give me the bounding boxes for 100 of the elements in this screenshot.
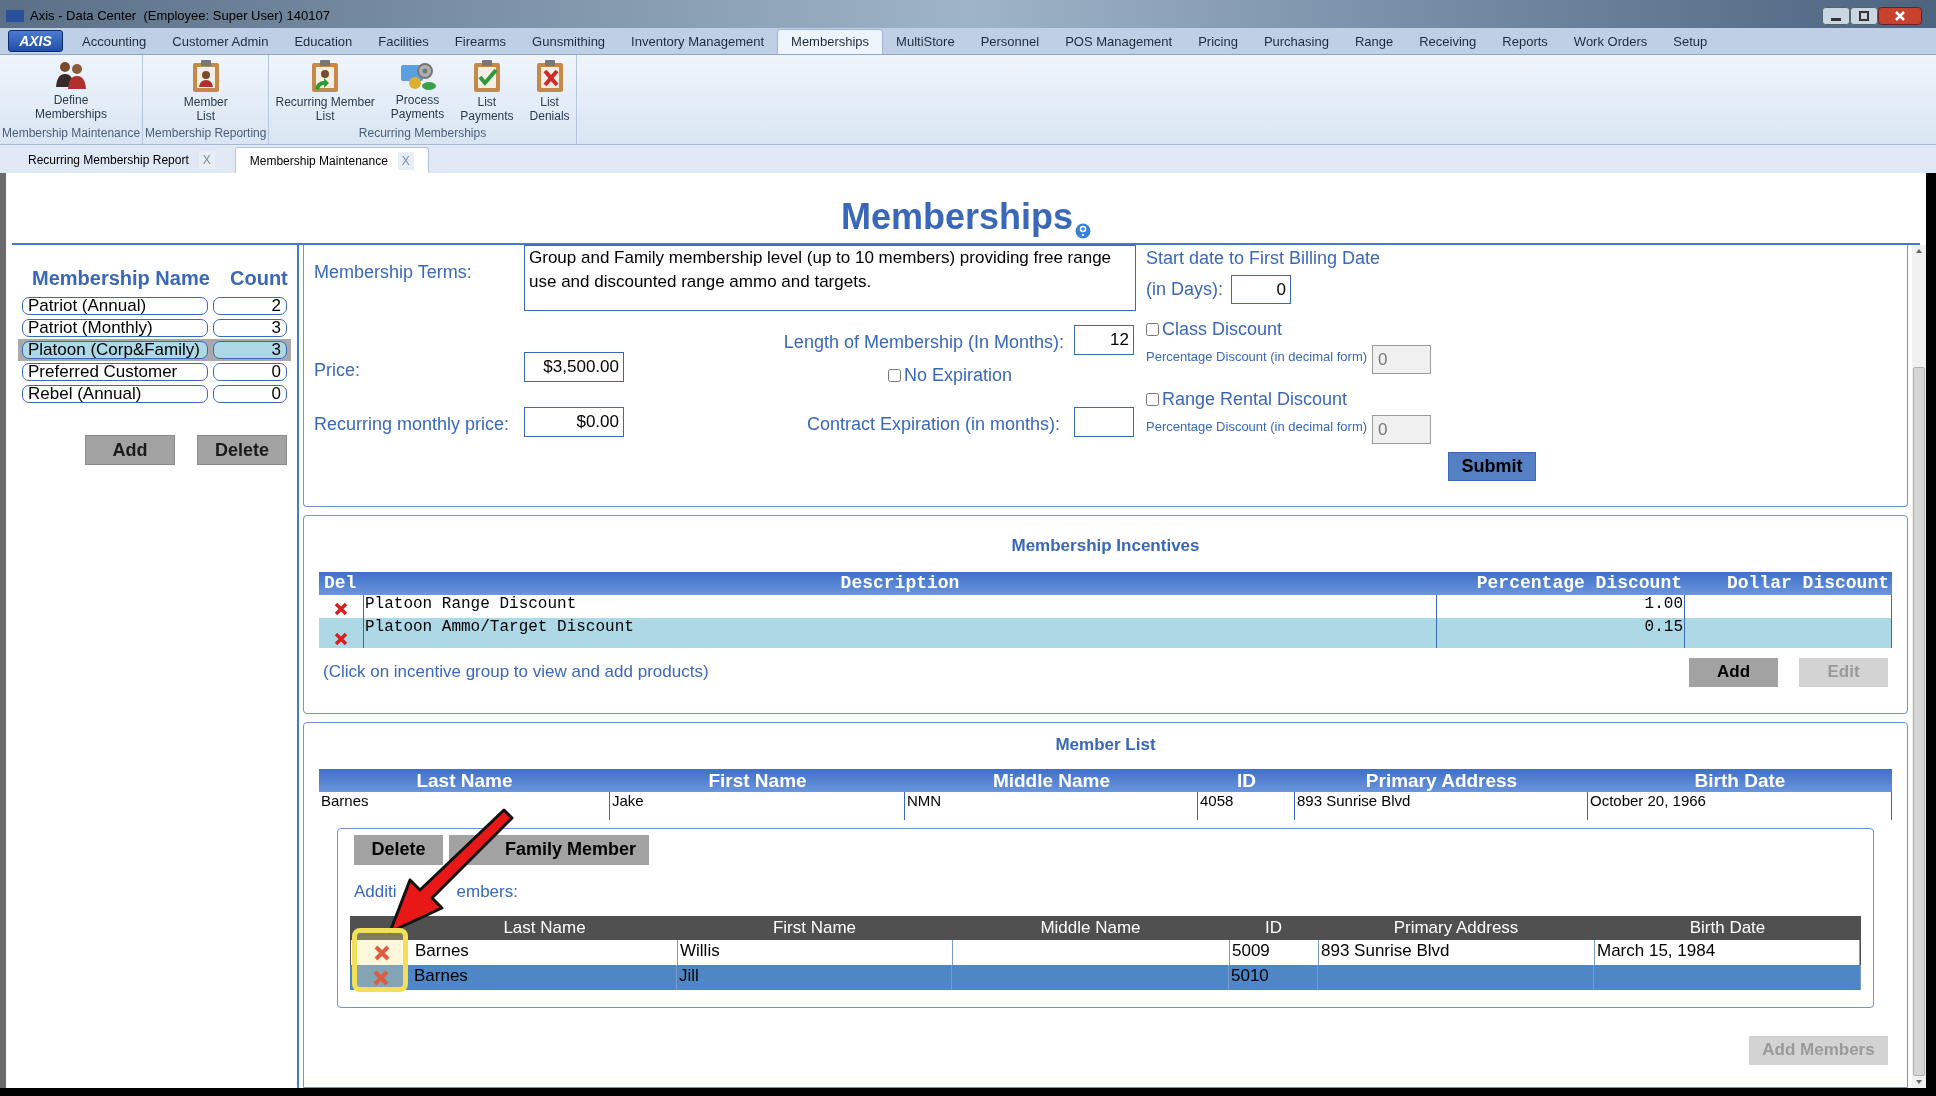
column-header: Middle Name	[1039, 917, 1142, 939]
price-field[interactable]: $3,500.00	[524, 352, 624, 382]
scroll-thumb[interactable]	[1913, 367, 1925, 1076]
menu-tab[interactable]: Range	[1341, 29, 1407, 54]
menu-tab[interactable]: Firearms	[441, 29, 520, 54]
days-field[interactable]: 0	[1231, 275, 1291, 304]
column-header: Description	[839, 571, 961, 595]
people-icon	[54, 59, 89, 91]
contract-field[interactable]	[1074, 407, 1134, 437]
clipboard-check-icon	[471, 59, 502, 93]
table-cell: 893 Sunrise Blvd	[1295, 791, 1588, 820]
length-field[interactable]: 12	[1074, 325, 1134, 355]
menu-tab[interactable]: Pricing	[1185, 29, 1251, 54]
price-field[interactable]: $0.00	[524, 407, 624, 437]
menu-tab[interactable]: Facilities	[365, 29, 442, 54]
membership-count: 3	[212, 341, 287, 359]
ribbon-button[interactable]: List Denials	[525, 59, 574, 124]
checkbox-label: Class Discount	[1162, 318, 1283, 341]
member-row[interactable]: Barnes Jake NMN 4058 893 Sunrise Blvd October 20, 1966	[319, 791, 1892, 820]
scrollbar[interactable]	[1912, 245, 1926, 1088]
terms-field[interactable]: Group and Family membership level (up to 10 members) providing free range use and discounted range ammo and targets.	[524, 245, 1136, 311]
menu-tab[interactable]: Purchasing	[1250, 29, 1342, 54]
restore-icon[interactable]	[1850, 7, 1878, 25]
table-cell: 1.00	[1437, 594, 1685, 618]
help-icon[interactable]	[1075, 223, 1092, 239]
checkbox-label: No Expiration	[903, 364, 1012, 387]
menu-tab[interactable]: Education	[281, 29, 366, 54]
membership-count: 2	[212, 297, 287, 315]
membership-row[interactable]: Patriot (Annual) 2	[18, 295, 291, 317]
window-title: Axis - Data Center (Employee: Super User) 140107	[30, 7, 330, 26]
menu-tab[interactable]: Memberships	[777, 29, 884, 54]
document-tab[interactable]: Recurring Membership Report X	[14, 147, 229, 173]
close-icon[interactable]	[1878, 7, 1922, 25]
ribbon-group-label: Membership Reporting	[145, 125, 267, 142]
incentive-button[interactable]: Add	[1689, 657, 1778, 687]
column-header: Last Name	[415, 768, 514, 792]
minimize-icon[interactable]	[1822, 7, 1850, 25]
menu-tab[interactable]: Reports	[1489, 29, 1561, 54]
column-header: First Name	[707, 768, 808, 792]
menu-tab[interactable]: Receiving	[1406, 29, 1490, 54]
ribbon-button[interactable]: Recurring Member List	[271, 59, 379, 124]
delete-icon[interactable]	[334, 601, 348, 616]
table-cell: Platoon Ammo/Target Discount	[363, 617, 1437, 648]
section-title: Member List	[1055, 734, 1156, 756]
clipboard-person-icon	[310, 59, 341, 93]
member-button[interactable]: Delete	[354, 834, 443, 865]
field-label: Percentage Discount (in decimal form)	[1146, 417, 1368, 436]
menu-tab[interactable]: Gunsmithing	[519, 29, 619, 54]
ribbon-button[interactable]: Member List	[179, 59, 232, 124]
delete-icon[interactable]	[374, 944, 390, 961]
membership-row[interactable]: Preferred Customer 0	[18, 361, 291, 383]
hint-text: (Click on incentive group to view and add products)	[323, 661, 709, 684]
field-label: Recurring monthly price:	[314, 413, 511, 436]
submit-button[interactable]: Submit	[1448, 452, 1536, 481]
column-header: Dollar Discount	[1725, 571, 1890, 595]
member-row[interactable]: Barnes Willis 5009 893 Sunrise Blvd March 15, 1984	[350, 940, 1861, 965]
incentive-row[interactable]: Platoon Ammo/Target Discount 0.15	[319, 617, 1892, 648]
no-expiration-checkbox[interactable]	[887, 369, 901, 382]
menu-tab[interactable]: Customer Admin	[159, 29, 282, 54]
section-label: Additi	[354, 880, 397, 903]
column-header: Birth Date	[1693, 768, 1787, 792]
membership-row[interactable]: Patriot (Monthly) 3	[18, 317, 291, 339]
page-heading: Memberships	[840, 199, 1074, 235]
menu-tab[interactable]: POS Management	[1052, 29, 1186, 54]
column-header: Membership Name	[31, 266, 211, 291]
menu-tab[interactable]: Accounting	[69, 29, 160, 54]
menu-tab[interactable]: MultiStore	[883, 29, 968, 54]
table-cell: 4058	[1198, 791, 1295, 820]
column-header: First Name	[771, 917, 858, 939]
membership-button[interactable]: Add	[85, 435, 175, 465]
field-label: Start date to First Billing Date	[1146, 249, 1382, 267]
clipboard-person-icon	[190, 59, 221, 93]
table-cell: Platoon Range Discount	[363, 594, 1437, 618]
menu-tab[interactable]: Setup	[1660, 29, 1721, 54]
membership-button[interactable]: Delete	[197, 435, 287, 465]
membership-name: Platoon (Corp&Family)	[22, 341, 208, 359]
table-cell: Jill	[677, 965, 952, 990]
section-title: Membership Incentives	[1011, 535, 1200, 557]
membership-row[interactable]: Rebel (Annual) 0	[18, 383, 291, 405]
column-header: Primary Address	[1392, 917, 1520, 939]
membership-name: Patriot (Monthly)	[22, 319, 208, 337]
ribbon-button[interactable]: Define Memberships	[31, 59, 112, 124]
column-header: Primary Address	[1364, 768, 1519, 792]
membership-name: Rebel (Annual)	[22, 385, 208, 403]
discount-checkbox[interactable]	[1146, 323, 1159, 336]
membership-name: Preferred Customer	[22, 363, 208, 381]
document-tab[interactable]: Membership Maintenance X	[234, 147, 429, 173]
clipboard-x-icon	[534, 59, 565, 93]
menu-tab[interactable]: Personnel	[967, 29, 1053, 54]
delete-icon[interactable]	[334, 631, 348, 646]
member-row[interactable]: Barnes Jill 5010	[350, 965, 1861, 990]
membership-row[interactable]: Platoon (Corp&Family) 3	[18, 339, 291, 361]
ribbon-button[interactable]: List Payments	[456, 59, 518, 124]
menu-tab[interactable]: Inventory Management	[618, 29, 778, 54]
column-header: Middle Name	[991, 768, 1112, 792]
table-cell: 0.15	[1437, 617, 1685, 648]
ribbon-button[interactable]: Process Payments	[386, 59, 449, 124]
column-header: Last Name	[502, 917, 587, 939]
discount-checkbox[interactable]	[1146, 393, 1159, 406]
menu-tab[interactable]: Work Orders	[1560, 29, 1661, 54]
